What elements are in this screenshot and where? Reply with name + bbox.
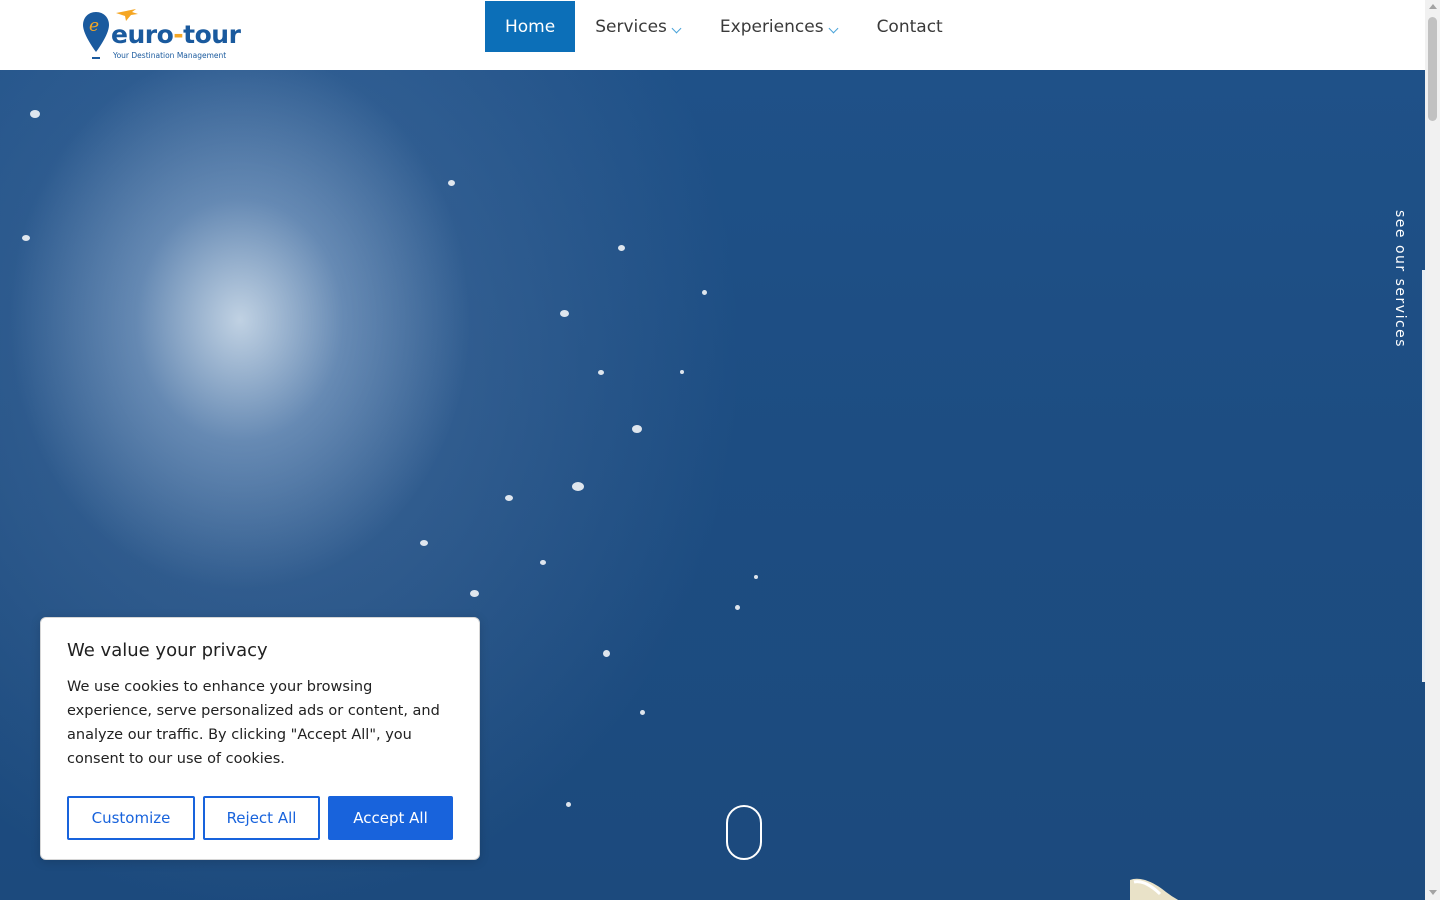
cookie-title: We value your privacy	[67, 640, 268, 661]
water-glint	[470, 590, 479, 597]
nav-home[interactable]: Home	[485, 1, 576, 52]
water-glint	[30, 110, 40, 118]
water-glint	[560, 310, 569, 317]
water-glint	[680, 370, 684, 374]
water-glint	[22, 235, 30, 241]
euro-tour-logo[interactable]: e euro-tour Your Destination Management	[82, 8, 242, 62]
scroll-up-arrow-icon[interactable]	[1429, 4, 1437, 9]
mouse-scroll-icon[interactable]	[726, 805, 762, 860]
water-glint	[566, 802, 571, 807]
nav-experiences[interactable]: Experiences	[700, 1, 857, 52]
reject-all-button[interactable]: Reject All	[203, 796, 320, 840]
svg-text:e: e	[89, 16, 99, 36]
water-glint	[505, 495, 513, 501]
main-nav: Home Services Experiences Contact	[485, 1, 963, 52]
see-our-services-link[interactable]: see our services	[1392, 210, 1408, 348]
chevron-down-icon	[671, 23, 682, 34]
water-glint	[420, 540, 428, 546]
chevron-down-icon	[828, 23, 839, 34]
water-glint	[640, 710, 645, 715]
water-glint	[618, 245, 625, 251]
logo-tagline: Your Destination Management	[113, 51, 227, 60]
scrollbar-thumb[interactable]	[1428, 17, 1437, 121]
cookie-text: We use cookies to enhance your browsing …	[67, 679, 440, 767]
boat-image	[1130, 878, 1179, 900]
cookie-buttons: Customize Reject All Accept All	[67, 796, 453, 840]
nav-services[interactable]: Services	[575, 1, 700, 52]
water-glint	[702, 290, 707, 295]
cookie-consent-banner: We value your privacy We use cookies to …	[40, 617, 480, 860]
scroll-down-arrow-icon[interactable]	[1429, 890, 1437, 895]
vertical-scrollbar[interactable]	[1425, 0, 1440, 900]
water-glint	[572, 482, 584, 491]
logo-wordmark: euro-tour	[111, 20, 241, 49]
nav-contact[interactable]: Contact	[857, 1, 963, 52]
water-glint	[603, 650, 610, 657]
water-glint	[448, 180, 455, 186]
water-glint	[540, 560, 546, 565]
water-glint	[598, 370, 604, 375]
water-glint	[735, 605, 740, 610]
site-header: e euro-tour Your Destination Management …	[0, 0, 1425, 70]
water-glint	[754, 575, 758, 579]
water-glint	[632, 425, 642, 433]
customize-button[interactable]: Customize	[67, 796, 195, 840]
accept-all-button[interactable]: Accept All	[328, 796, 453, 840]
